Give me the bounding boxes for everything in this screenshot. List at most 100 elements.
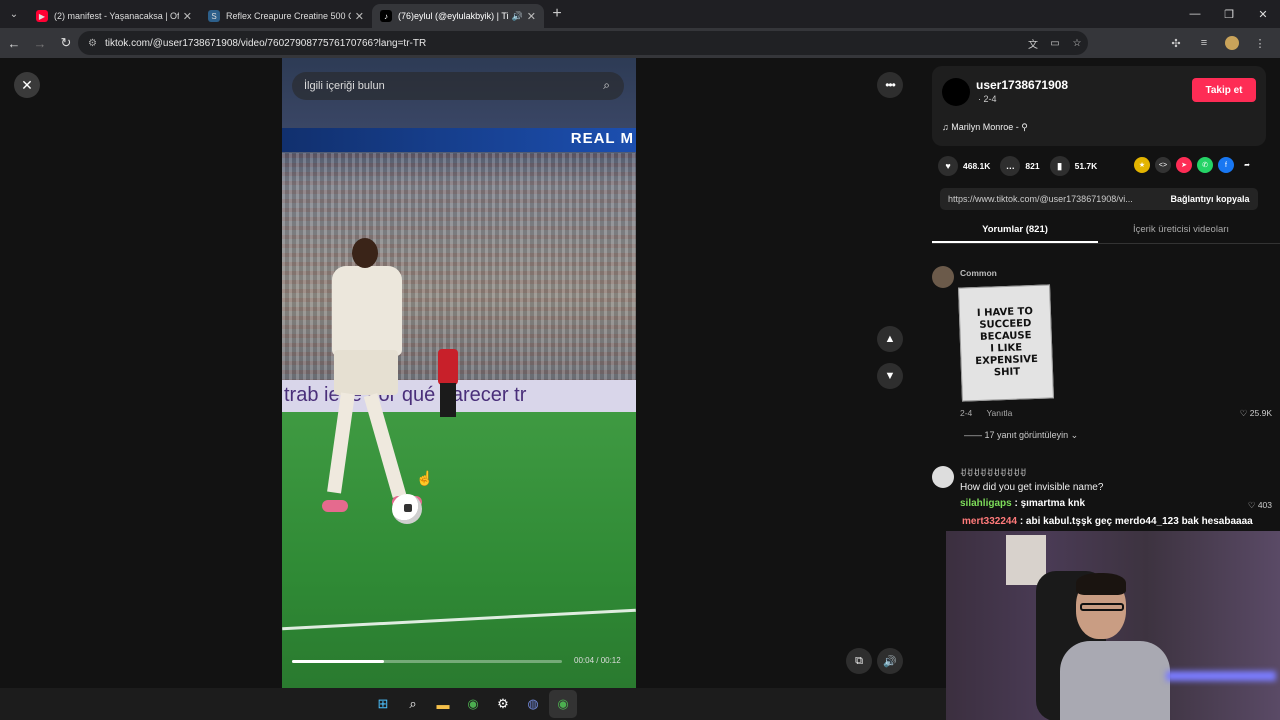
video-player[interactable]: REAL M trab iene por qué parecer tr İlgi… — [282, 58, 636, 688]
creator-card: user1738671908 · 2-4 Takip et ♫ Marilyn … — [932, 66, 1266, 146]
discord-icon[interactable]: ◍ — [519, 690, 547, 718]
sticker-text: EXPENSIVE — [975, 353, 1039, 368]
send-icon[interactable]: ➤ — [1176, 157, 1192, 173]
tab-search-icon[interactable]: ⌄ — [0, 0, 28, 28]
chrome-active-icon[interactable]: ◉ — [549, 690, 577, 718]
search-icon[interactable]: ⌕ — [399, 690, 427, 718]
new-tab-button[interactable]: + — [544, 5, 570, 23]
tab-comments[interactable]: Yorumlar (821) — [932, 218, 1098, 243]
follow-button[interactable]: Takip et — [1192, 78, 1256, 102]
location-pin-icon: ⚲ — [1021, 122, 1028, 132]
bookmark-icon: ▮ — [1049, 156, 1070, 176]
more-options-icon[interactable]: ••• — [877, 72, 903, 98]
share-link[interactable]: https://www.tiktok.com/@user1738671908/v… — [940, 194, 1162, 204]
comment-item: Common I HAVE TO SUCCEED BECAUSE I LIKE … — [932, 266, 1274, 456]
comment-like-button[interactable]: ♡ 25.9K — [1240, 408, 1272, 419]
browser-tab-0[interactable]: ▶ (2) manifest - Yaşanacaksa | Off ✕ — [28, 4, 200, 28]
media-controls-icon[interactable]: ≡ — [1190, 31, 1218, 55]
comment-item: ꀀꀀꀀꀀꀀꀀꀀꀀꀀꀀ How did you get invisible nam… — [932, 466, 1274, 536]
minimize-icon[interactable]: — — [1178, 0, 1212, 28]
chat-username: mert332244 — [962, 516, 1018, 527]
progress-bar[interactable] — [292, 660, 562, 663]
close-window-icon[interactable]: ✕ — [1246, 0, 1280, 28]
chat-text: : abi kabul.tşşk geç merdo44_123 bak hes… — [1017, 516, 1253, 527]
browser-tab-2[interactable]: ♪ (76)eylul (@eylulakbyik) | Tik 🔊 ✕ — [372, 4, 544, 28]
close-icon[interactable]: ✕ — [14, 72, 40, 98]
comment-count: 821 — [1025, 161, 1040, 171]
search-input[interactable]: İlgili içeriği bulun ⌕ — [292, 72, 624, 100]
ball-pattern — [404, 504, 412, 512]
menu-dots-icon[interactable]: ⋮ — [1246, 31, 1274, 55]
translate-icon[interactable]: 文 — [1022, 36, 1044, 51]
comment-icon: … — [1000, 156, 1021, 176]
profile-avatar[interactable] — [1218, 31, 1246, 55]
username[interactable]: user1738671908 — [976, 78, 1068, 92]
start-icon[interactable]: ⊞ — [369, 690, 397, 718]
comment-author[interactable]: Common — [960, 268, 997, 278]
address-toolbar: ← → ↻ ⚙ tiktok.com/@user1738671908/video… — [0, 28, 1280, 58]
view-replies-button[interactable]: —— 17 yanıt görüntüleyin ⌄ — [964, 430, 1078, 441]
file-explorer-icon[interactable]: ▬ — [429, 690, 457, 718]
embed-icon[interactable]: <> — [1155, 157, 1171, 173]
chat-text: : şımartma knk — [1011, 498, 1086, 509]
timecode: 00:04 / 00:12 — [574, 656, 621, 665]
avatar[interactable] — [932, 266, 954, 288]
app-icon[interactable]: ⚙ — [489, 690, 517, 718]
progress-fill — [292, 660, 384, 663]
facebook-icon[interactable]: f — [1218, 157, 1234, 173]
close-tab-icon[interactable]: ✕ — [527, 10, 536, 23]
heart-outline-icon: ♡ — [1247, 500, 1258, 510]
whatsapp-icon[interactable]: ✆ — [1197, 157, 1213, 173]
browser-tab-1[interactable]: S Reflex Creapure Creatine 500 G ✕ — [200, 4, 372, 28]
led-light — [1166, 671, 1276, 681]
avatar[interactable] — [932, 466, 954, 488]
like-count: 468.1K — [963, 161, 991, 171]
search-icon[interactable]: ⌕ — [603, 78, 610, 93]
like-button[interactable]: ♥ 468.1K — [938, 156, 990, 176]
forward-icon[interactable]: → — [28, 31, 52, 55]
comment-button[interactable]: … 821 — [1000, 156, 1040, 176]
chevron-down-icon: ⌄ — [1068, 430, 1079, 440]
music-link[interactable]: ♫ Marilyn Monroe - ⚲ — [942, 122, 1028, 133]
share-arrow-icon[interactable]: ➦ — [1239, 157, 1255, 173]
restore-icon[interactable]: ❐ — [1212, 0, 1246, 28]
music-note-icon: ♫ — [942, 122, 952, 132]
repost-icon[interactable]: ★ — [1134, 157, 1150, 173]
tab-title: Reflex Creapure Creatine 500 G — [226, 11, 351, 21]
speaker-icon[interactable]: 🔊 — [512, 11, 523, 22]
floating-player-icon[interactable]: ⧉ — [846, 648, 872, 674]
site-info-icon[interactable]: ⚙ — [88, 38, 97, 49]
chat-username: silahligaps — [960, 498, 1012, 509]
reload-icon[interactable]: ↻ — [54, 31, 78, 55]
tab-creator-videos[interactable]: İçerik üreticisi videoları — [1098, 218, 1264, 243]
opponent-player — [432, 343, 462, 423]
comment-text: How did you get invisible name? — [960, 482, 1104, 493]
bookmark-star-icon[interactable]: ☆ — [1066, 38, 1088, 49]
comment-tabs: Yorumlar (821) İçerik üreticisi videolar… — [932, 218, 1280, 244]
reply-button[interactable]: Yanıtla — [987, 408, 1013, 418]
comment-meta: 2-4 Yanıtla — [960, 408, 1024, 418]
back-icon[interactable]: ← — [2, 31, 26, 55]
tab-title: (2) manifest - Yaşanacaksa | Off — [54, 11, 179, 21]
volume-icon[interactable]: 🔊 — [877, 648, 903, 674]
banner-text: REAL M — [570, 130, 634, 147]
comment-like-button[interactable]: ♡ 403 — [1248, 500, 1272, 511]
windows-taskbar: ⊞ ⌕ ▬ ◉ ⚙ ◍ ◉ — [0, 688, 946, 720]
url-text[interactable]: tiktok.com/@user1738671908/video/7602790… — [105, 38, 426, 49]
extensions-icon[interactable]: ✣ — [1162, 31, 1190, 55]
webcam-overlay — [946, 531, 1280, 720]
comment-author[interactable]: ꀀꀀꀀꀀꀀꀀꀀꀀꀀꀀ — [960, 468, 1026, 479]
save-button[interactable]: ▮ 51.7K — [1049, 156, 1097, 176]
cast-icon[interactable]: ▭ — [1044, 38, 1066, 49]
close-tab-icon[interactable]: ✕ — [183, 10, 192, 23]
chrome-icon[interactable]: ◉ — [459, 690, 487, 718]
divider: —— — [964, 430, 985, 440]
browser-tab-strip: ⌄ ▶ (2) manifest - Yaşanacaksa | Off ✕ S… — [0, 0, 1280, 28]
close-tab-icon[interactable]: ✕ — [355, 10, 364, 23]
next-video-icon[interactable]: ▼ — [877, 363, 903, 389]
avatar[interactable] — [942, 78, 970, 106]
omnibox[interactable]: ⚙ tiktok.com/@user1738671908/video/76027… — [78, 31, 1088, 55]
copy-link-button[interactable]: Bağlantıyı kopyala — [1162, 194, 1258, 204]
previous-video-icon[interactable]: ▲ — [877, 326, 903, 352]
comment-sticker-image[interactable]: I HAVE TO SUCCEED BECAUSE I LIKE EXPENSI… — [958, 284, 1054, 402]
